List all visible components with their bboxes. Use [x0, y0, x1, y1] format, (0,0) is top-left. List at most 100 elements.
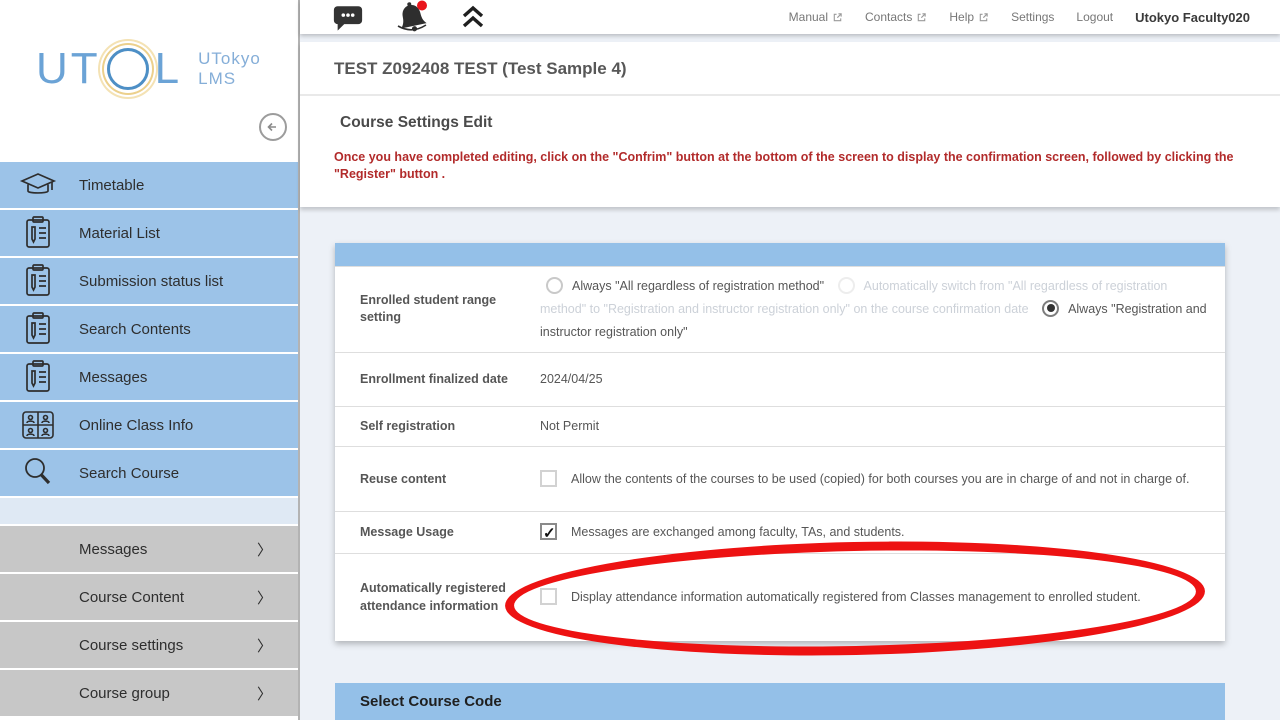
sidebar-item-course-group[interactable]: Course group 〉 — [0, 670, 298, 716]
sidebar-item-search-contents[interactable]: Search Contents — [0, 306, 298, 352]
clipboard-icon — [17, 358, 59, 396]
sidebar-item-course-content[interactable]: Course Content 〉 — [0, 574, 298, 620]
message-usage-option: Messages are exchanged among faculty, TA… — [540, 521, 905, 544]
checkbox-label: Messages are exchanged among faculty, TA… — [571, 525, 905, 539]
radio-option-label: Always "All regardless of registration m… — [572, 279, 824, 293]
settings-link[interactable]: Settings — [1011, 10, 1054, 24]
self-registration-value: Not Permit — [540, 407, 1225, 446]
enrolled-range-options: Always "All regardless of registration m… — [540, 275, 1207, 344]
reuse-content-option: Allow the contents of the courses to be … — [540, 468, 1189, 491]
warning-text: Once you have completed editing, click o… — [334, 149, 1252, 183]
radio-automatic-switch — [838, 277, 855, 294]
page-title: Course Settings Edit — [340, 114, 1246, 132]
enrollment-finalized-date-value: 2024/04/25 — [540, 353, 1225, 406]
radio-always-all-regardless[interactable] — [546, 277, 563, 294]
sidebar-item-online-class-info[interactable]: Online Class Info — [0, 402, 298, 448]
table-row: Reuse content Allow the contents of the … — [335, 446, 1225, 511]
sidebar-item-course-settings[interactable]: Course settings 〉 — [0, 622, 298, 668]
sidebar-item-messages-group[interactable]: Messages 〉 — [0, 526, 298, 572]
sidebar-collapse-button[interactable] — [259, 113, 287, 141]
help-link[interactable]: Help — [949, 10, 989, 24]
sidebar-item-label: Course settings — [79, 637, 183, 654]
row-value: Always "All regardless of registration m… — [540, 267, 1225, 352]
sidebar-item-label: Messages — [79, 369, 147, 386]
message-usage-checkbox[interactable] — [540, 523, 557, 540]
row-label: Automatically registered attendance info… — [335, 554, 540, 641]
row-value: Allow the contents of the courses to be … — [540, 447, 1225, 511]
row-label: Enrolled student range setting — [335, 267, 540, 352]
contacts-link[interactable]: Contacts — [865, 10, 927, 24]
radio-always-registration-only[interactable] — [1042, 300, 1059, 317]
clipboard-icon — [17, 214, 59, 252]
topbar-links: Manual Contacts Help — [789, 10, 1250, 25]
row-label: Self registration — [335, 407, 540, 446]
sidebar-item-label: Course group — [79, 685, 170, 702]
topbar-icons — [332, 0, 486, 34]
select-course-code-header: Select Course Code — [335, 683, 1225, 720]
attendance-info-checkbox[interactable] — [540, 588, 557, 605]
reuse-content-checkbox[interactable] — [540, 470, 557, 487]
sidebar-logo-area: UT L UTokyo LMS — [0, 0, 298, 162]
main-area: Manual Contacts Help — [300, 0, 1280, 720]
topbar: Manual Contacts Help — [300, 0, 1280, 34]
double-chevron-up-icon[interactable] — [460, 5, 486, 29]
table-row: Message Usage Messages are exchanged amo… — [335, 511, 1225, 553]
settings-table: Enrolled student range setting Always "A… — [335, 243, 1225, 642]
logo-subtitle-line1: UTokyo — [198, 49, 261, 68]
external-link-icon — [916, 12, 927, 23]
chat-icon[interactable] — [332, 3, 364, 32]
sidebar-item-label: Search Course — [79, 465, 179, 482]
page-content: TEST Z092408 TEST (Test Sample 4) Course… — [300, 34, 1280, 720]
chevron-right-icon: 〉 — [257, 539, 272, 560]
sidebar: UT L UTokyo LMS — [0, 0, 300, 720]
chevron-right-icon: 〉 — [257, 587, 272, 608]
row-label: Enrollment finalized date — [335, 353, 540, 406]
notification-bell-icon[interactable] — [394, 0, 430, 34]
graduation-cap-icon — [17, 166, 59, 204]
arrow-left-icon — [265, 119, 281, 135]
logout-link[interactable]: Logout — [1076, 10, 1113, 24]
sidebar-item-label: Course Content — [79, 589, 184, 606]
magnifier-icon — [17, 454, 59, 492]
manual-link[interactable]: Manual — [789, 10, 843, 24]
sidebar-item-label: Timetable — [79, 177, 144, 194]
external-link-icon — [978, 12, 989, 23]
row-label: Message Usage — [335, 512, 540, 553]
row-value: Display attendance information automatic… — [540, 554, 1225, 641]
sidebar-nav: Timetable Material List — [0, 162, 298, 716]
logo-subtitle-line2: LMS — [198, 69, 236, 88]
notification-badge — [417, 1, 427, 11]
sidebar-item-label: Submission status list — [79, 273, 223, 290]
table-row: Enrolled student range setting Always "A… — [335, 266, 1225, 352]
logo-text-suffix: L — [155, 44, 182, 94]
link-label: Help — [949, 10, 974, 24]
clipboard-icon — [17, 262, 59, 300]
clipboard-icon — [17, 310, 59, 348]
logo-text-prefix: UT — [36, 44, 101, 94]
table-row: Enrollment finalized date 2024/04/25 — [335, 352, 1225, 406]
table-row: Automatically registered attendance info… — [335, 553, 1225, 641]
row-value: Messages are exchanged among faculty, TA… — [540, 512, 1225, 553]
header-card: TEST Z092408 TEST (Test Sample 4) Course… — [300, 42, 1280, 207]
sidebar-item-messages[interactable]: Messages — [0, 354, 298, 400]
checkbox-label: Display attendance information automatic… — [571, 590, 1141, 604]
link-label: Logout — [1076, 10, 1113, 24]
settings-table-header-bar — [335, 243, 1225, 266]
logo-subtitle: UTokyo LMS — [198, 49, 261, 88]
sidebar-item-submission-status-list[interactable]: Submission status list — [0, 258, 298, 304]
user-name: Utokyo Faculty020 — [1135, 10, 1250, 25]
people-grid-icon — [17, 406, 59, 444]
link-label: Manual — [789, 10, 828, 24]
sidebar-group-divider — [0, 498, 298, 524]
sidebar-item-label: Material List — [79, 225, 160, 242]
row-label: Reuse content — [335, 447, 540, 511]
link-label: Contacts — [865, 10, 912, 24]
link-label: Settings — [1011, 10, 1054, 24]
utol-app: UT L UTokyo LMS — [0, 0, 1280, 720]
sidebar-item-search-course[interactable]: Search Course — [0, 450, 298, 496]
chevron-right-icon: 〉 — [257, 683, 272, 704]
sidebar-item-material-list[interactable]: Material List — [0, 210, 298, 256]
sidebar-item-timetable[interactable]: Timetable — [0, 162, 298, 208]
utol-logo[interactable]: UT L UTokyo LMS — [36, 44, 261, 94]
table-row: Self registration Not Permit — [335, 406, 1225, 446]
